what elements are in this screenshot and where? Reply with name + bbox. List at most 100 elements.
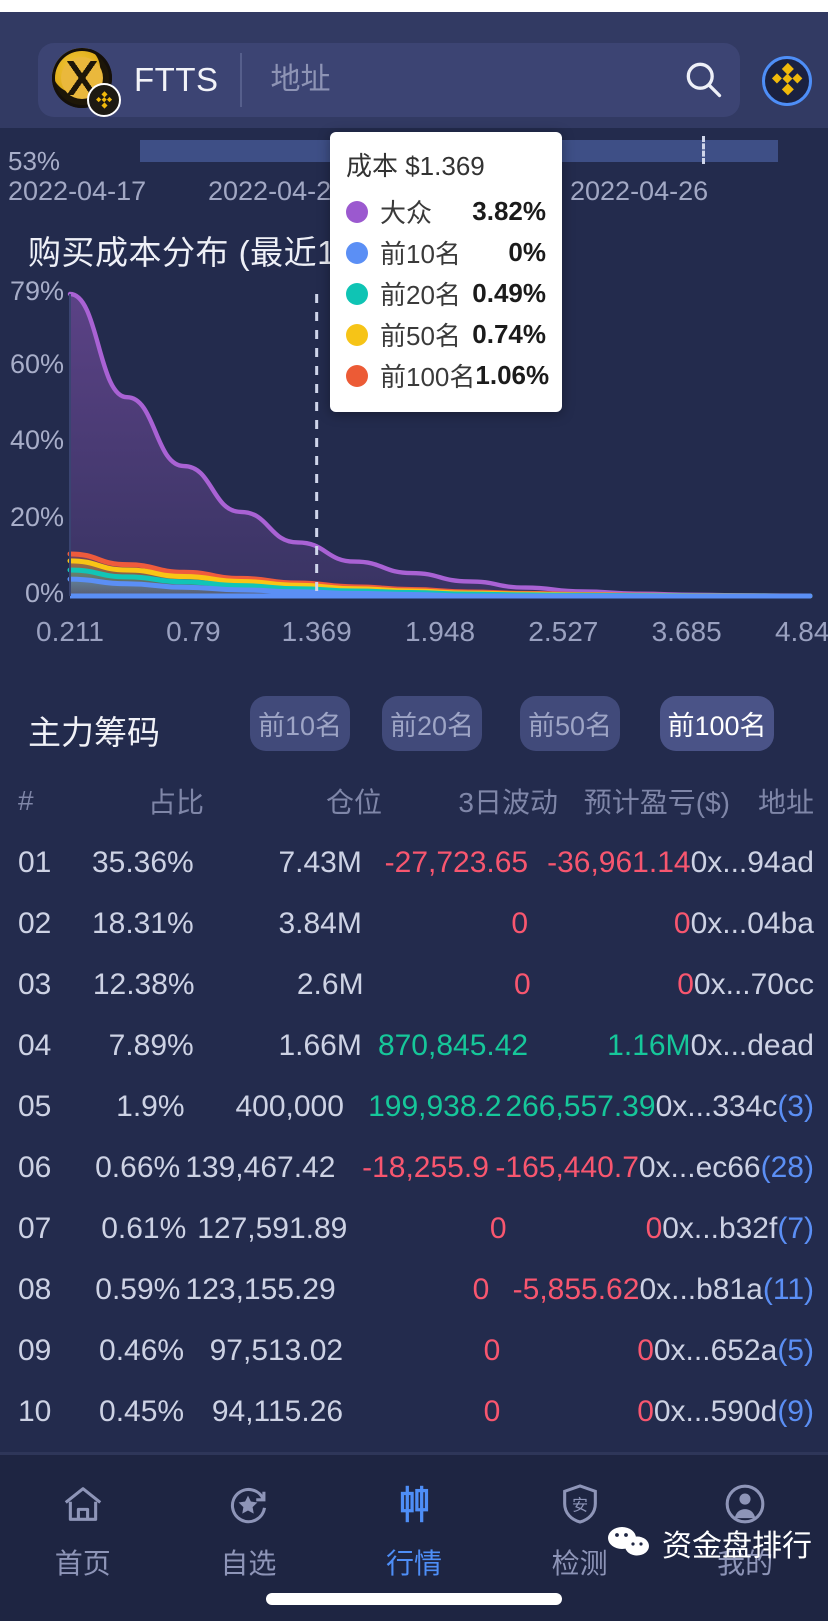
- tooltip-legend-row: 前100名 1.06%: [346, 355, 549, 396]
- nav-label: 行情: [385, 1548, 442, 1579]
- cell-change-3d: 0: [472, 1272, 490, 1306]
- search-icon: [681, 57, 725, 104]
- cell-change-3d: 870,845.42: [377, 1028, 529, 1062]
- cell-rank: 07: [18, 1211, 52, 1245]
- address-count: (11): [762, 1272, 814, 1306]
- cell-share: 7.89%: [108, 1028, 194, 1062]
- legend-color-dot: [346, 364, 368, 387]
- legend-label: 前100名: [380, 362, 476, 392]
- star-icon: [225, 1481, 271, 1532]
- tab-top10[interactable]: 前10名: [250, 696, 350, 751]
- table-row[interactable]: 03 12.38% 2.6M 0 0 0x...70cc: [0, 954, 828, 1015]
- cell-address[interactable]: 0x...590d(9): [654, 1395, 828, 1429]
- candles-icon: [391, 1481, 437, 1532]
- tab-top50[interactable]: 前50名: [520, 696, 620, 751]
- bnb-badge-icon: [87, 83, 121, 117]
- cell-position: 97,513.02: [209, 1333, 344, 1367]
- cell-address[interactable]: 0x...dead: [691, 1029, 828, 1063]
- table-row[interactable]: 09 0.46% 97,513.02 0 0 0x...652a(5): [0, 1320, 828, 1381]
- cell-change-3d: -27,723.65: [384, 845, 529, 879]
- cell-change-3d: 0: [483, 1394, 501, 1428]
- cell-address[interactable]: 0x...334c(3): [656, 1090, 828, 1124]
- table-row[interactable]: 04 7.89% 1.66M 870,845.42 1.16M 0x...dead: [0, 1015, 828, 1076]
- cell-pnl: -36,961.14: [547, 845, 691, 879]
- legend-color-dot: [346, 200, 368, 223]
- legend-label: 大众: [380, 198, 433, 228]
- table-row[interactable]: 07 0.61% 127,591.89 0 0 0x...b32f(7): [0, 1198, 828, 1259]
- cell-position: 2.6M: [296, 967, 364, 1001]
- cell-position: 139,467.42: [185, 1150, 336, 1184]
- bottom-navigation: 首页 自选 行情 安 检测 我的 资金盘排行: [0, 1455, 828, 1621]
- nav-item-home[interactable]: 首页: [0, 1481, 166, 1582]
- cell-position: 3.84M: [278, 906, 362, 940]
- axis-tick-label: 0.79: [166, 616, 221, 647]
- legend-value: 0.49%: [472, 278, 546, 308]
- home-icon: [60, 1481, 106, 1532]
- legend-label: 前50名: [380, 321, 461, 351]
- cell-position: 127,591.89: [197, 1211, 348, 1245]
- legend-label: 前20名: [380, 280, 461, 310]
- cell-position: 123,155.29: [185, 1272, 336, 1306]
- cell-address[interactable]: 0x...04ba: [691, 907, 828, 941]
- axis-tick-label: 3.685: [651, 616, 722, 647]
- cell-pnl: 0: [637, 1333, 654, 1367]
- address-count: (9): [777, 1394, 814, 1428]
- cell-rank: 09: [18, 1333, 52, 1367]
- address-text: 0x...b81a: [639, 1272, 763, 1306]
- table-row[interactable]: 08 0.59% 123,155.29 0 -5,855.62 0x...b81a(11): [0, 1259, 828, 1320]
- cell-address[interactable]: 0x...b32f(7): [662, 1212, 828, 1246]
- table-row[interactable]: 06 0.66% 139,467.42 -18,255.9 -165,440.7 0x..…: [0, 1137, 828, 1198]
- legend-color-dot: [346, 241, 368, 264]
- address-text: 0x...ec66: [638, 1150, 761, 1184]
- address-text: 0x...652a: [653, 1333, 778, 1367]
- tooltip-legend-row: 大众 3.82%: [346, 191, 546, 232]
- search-bar[interactable]: FTTS: [38, 43, 740, 117]
- address-text: 0x...70cc: [693, 967, 814, 1001]
- table-row[interactable]: 05 1.9% 400,000 199,938.2 266,557.39 0x...334…: [0, 1076, 828, 1137]
- table-row[interactable]: 10 0.45% 94,115.26 0 0 0x...590d(9): [0, 1381, 828, 1442]
- table-header-row: # 占比 仓位 3日波动 预计盈亏($) 地址: [0, 770, 828, 832]
- cell-share: 0.45%: [99, 1394, 185, 1428]
- cell-address[interactable]: 0x...70cc: [694, 968, 828, 1002]
- cell-address[interactable]: 0x...ec66(28): [639, 1151, 828, 1185]
- nav-label: 首页: [54, 1548, 111, 1579]
- cell-pnl: 1.16M: [607, 1028, 691, 1062]
- tab-top20[interactable]: 前20名: [382, 696, 482, 751]
- axis-tick-label: 2022-04-26: [570, 176, 709, 206]
- cell-address[interactable]: 0x...b81a(11): [639, 1273, 828, 1307]
- column-header-pnl: 预计盈亏($): [583, 787, 730, 818]
- cell-position: 1.66M: [278, 1028, 362, 1062]
- cell-pnl: -5,855.62: [512, 1272, 640, 1306]
- cell-rank: 06: [18, 1150, 52, 1184]
- chart-cursor-line: [702, 136, 705, 164]
- cell-pnl: 0: [673, 906, 691, 940]
- cell-address[interactable]: 0x...94ad: [691, 846, 828, 880]
- search-input[interactable]: [242, 63, 666, 97]
- tab-top100[interactable]: 前100名: [660, 696, 774, 751]
- table-row[interactable]: 01 35.36% 7.43M -27,723.65 -36,961.14 0x...94…: [0, 832, 828, 893]
- home-indicator: [266, 1593, 562, 1605]
- cell-rank: 03: [18, 967, 52, 1001]
- cell-address[interactable]: 0x...652a(5): [654, 1334, 828, 1368]
- cell-pnl: 0: [637, 1394, 654, 1428]
- chain-selector-button[interactable]: [762, 56, 812, 106]
- legend-value: 3.82%: [472, 196, 546, 226]
- cell-pnl: 0: [677, 967, 694, 1001]
- search-button[interactable]: [666, 43, 740, 117]
- nav-item-watchlist[interactable]: 自选: [166, 1481, 332, 1582]
- address-count: (5): [777, 1333, 814, 1367]
- table-row[interactable]: 02 18.31% 3.84M 0 0 0x...04ba: [0, 893, 828, 954]
- legend-value: 0.74%: [472, 319, 546, 349]
- cell-change-3d: 0: [513, 967, 531, 1001]
- cell-rank: 08: [18, 1272, 52, 1306]
- legend-label: 前10名: [380, 239, 461, 269]
- axis-tick-label: 79%: [9, 276, 64, 306]
- address-count: (28): [760, 1150, 814, 1184]
- nav-item-market[interactable]: 行情: [331, 1481, 497, 1582]
- brand-name: FTTS: [134, 61, 219, 98]
- app-header: FTTS: [0, 12, 828, 128]
- axis-tick-label: 2022-04-17: [8, 176, 147, 206]
- watermark-text: 资金盘排行: [662, 1530, 812, 1563]
- cell-change-3d: 0: [483, 1333, 501, 1367]
- axis-tick-label: 40%: [9, 425, 64, 456]
